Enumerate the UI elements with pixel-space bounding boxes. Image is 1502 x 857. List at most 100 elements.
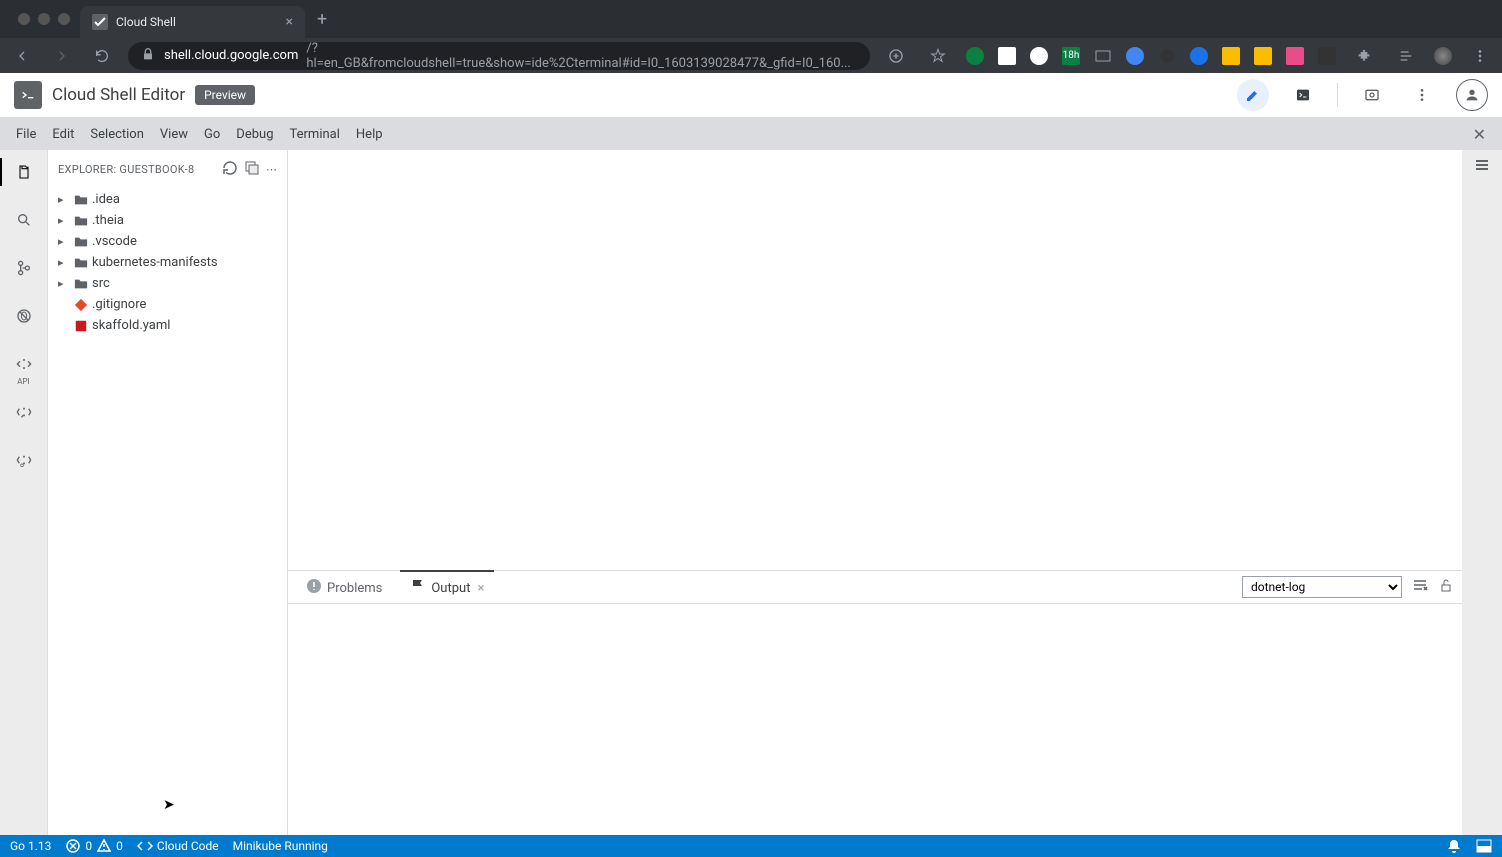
menu-file[interactable]: File [8, 123, 44, 146]
tree-label: src [92, 276, 110, 291]
nav-back-button[interactable] [8, 42, 36, 70]
extensions-icon[interactable] [1350, 42, 1378, 70]
terminal-icon[interactable] [1287, 79, 1319, 111]
ext-icon-3[interactable] [1030, 47, 1048, 65]
status-minikube[interactable]: Minikube Running [233, 839, 328, 853]
ext-icon-10[interactable] [1254, 47, 1272, 65]
output-channel-select[interactable]: dotnet-log [1242, 576, 1402, 598]
status-errors-warnings[interactable]: 0 0 [65, 838, 123, 854]
collapse-icon[interactable] [244, 160, 260, 179]
ext-icon-7[interactable] [1158, 47, 1176, 65]
edit-icon[interactable] [1237, 79, 1269, 111]
explorer-panel: EXPLORER: GUESTBOOK-8 ⋯ ▸.idea ▸.theia ▸… [48, 150, 288, 835]
menu-view[interactable]: View [152, 123, 196, 146]
tab-close-icon[interactable]: × [286, 14, 293, 30]
nav-forward-button[interactable] [48, 42, 76, 70]
status-go-version[interactable]: Go 1.13 [10, 839, 51, 853]
ext-icon-12[interactable] [1318, 47, 1336, 65]
status-bar: Go 1.13 0 0 Cloud Code Minikube Running [0, 835, 1502, 857]
ext-icon-6[interactable] [1126, 47, 1144, 65]
cloud-code-label: Cloud Code [157, 839, 219, 853]
activity-debug-icon[interactable] [10, 302, 38, 330]
more-icon[interactable] [1406, 79, 1438, 111]
nav-reload-button[interactable] [88, 42, 116, 70]
output-body[interactable] [288, 604, 1462, 835]
api-label: API [17, 377, 29, 386]
menu-debug[interactable]: Debug [228, 123, 281, 146]
ext-icon-8[interactable] [1190, 47, 1208, 65]
menu-bar: File Edit Selection View Go Debug Termin… [0, 118, 1502, 150]
activity-api-icon[interactable]: API [10, 350, 38, 378]
activity-cloudrun-icon[interactable] [10, 398, 38, 426]
profile-avatar[interactable] [1434, 47, 1452, 65]
preview-web-icon[interactable] [1356, 79, 1388, 111]
activity-k8s-icon[interactable] [10, 446, 38, 474]
traffic-light-close[interactable] [18, 13, 30, 25]
tree-label: .vscode [92, 234, 137, 249]
tab-output[interactable]: Output × [400, 570, 494, 604]
tree-folder[interactable]: ▸kubernetes-manifests [48, 252, 287, 273]
tab-problems[interactable]: Problems [296, 570, 392, 604]
activity-explorer-icon[interactable] [10, 158, 38, 186]
folder-icon [74, 234, 88, 250]
install-icon[interactable] [882, 42, 910, 70]
menu-selection[interactable]: Selection [82, 123, 151, 146]
ext-icon-2[interactable] [998, 47, 1016, 65]
close-panel-icon[interactable]: ✕ [1465, 125, 1494, 144]
tree-folder[interactable]: ▸.vscode [48, 231, 287, 252]
reading-list-icon[interactable] [1392, 42, 1420, 70]
ext-icon-9[interactable] [1222, 47, 1240, 65]
lock-scroll-icon[interactable] [1438, 577, 1454, 597]
activity-search-icon[interactable] [10, 206, 38, 234]
new-tab-button[interactable]: + [317, 9, 327, 30]
editor-area: Problems Output × dotnet-log [288, 150, 1462, 835]
status-bell-icon[interactable] [1446, 838, 1462, 854]
activity-bar: API [0, 150, 48, 835]
menu-terminal[interactable]: Terminal [282, 123, 348, 146]
traffic-light-min[interactable] [38, 13, 50, 25]
ext-icon-4[interactable]: 18h [1062, 47, 1080, 65]
traffic-light-max[interactable] [58, 13, 70, 25]
folder-icon [74, 255, 88, 271]
app-header: Cloud Shell Editor Preview [0, 73, 1502, 118]
browser-tab[interactable]: Cloud Shell × [80, 6, 305, 38]
tree-folder[interactable]: ▸.theia [48, 210, 287, 231]
clear-output-icon[interactable] [1412, 577, 1428, 597]
tab-title: Cloud Shell [116, 15, 278, 29]
tree-folder[interactable]: ▸.idea [48, 189, 287, 210]
app-logo-icon [14, 81, 42, 109]
tree-label: skaffold.yaml [92, 318, 170, 333]
status-layout-icon[interactable] [1476, 838, 1492, 854]
ext-icon-5[interactable] [1094, 47, 1112, 65]
tree-label: .gitignore [92, 297, 146, 312]
status-cloud-code[interactable]: Cloud Code [137, 838, 219, 854]
chevron-right-icon: ▸ [58, 277, 70, 290]
ext-icon-11[interactable] [1286, 47, 1304, 65]
browser-chrome: Cloud Shell × + shell.cloud.google.com/?… [0, 0, 1502, 73]
browser-menu-icon[interactable] [1466, 42, 1494, 70]
tab-output-label: Output [431, 581, 470, 596]
header-divider [1337, 83, 1338, 107]
tree-file[interactable]: .gitignore [48, 294, 287, 315]
tab-close-icon[interactable]: × [477, 581, 484, 596]
refresh-icon[interactable] [222, 160, 238, 179]
menu-edit[interactable]: Edit [44, 123, 82, 146]
folder-icon [74, 213, 88, 229]
address-bar[interactable]: shell.cloud.google.com/?hl=en_GB&fromclo… [128, 42, 870, 70]
menu-go[interactable]: Go [196, 123, 228, 146]
star-icon[interactable] [924, 42, 952, 70]
git-file-icon [74, 297, 88, 313]
ext-icon-1[interactable] [966, 47, 984, 65]
tree-file[interactable]: skaffold.yaml [48, 315, 287, 336]
user-avatar[interactable] [1456, 79, 1488, 111]
menu-help[interactable]: Help [348, 123, 391, 146]
chevron-right-icon: ▸ [58, 214, 70, 227]
bottom-panel: Problems Output × dotnet-log [288, 570, 1462, 835]
preview-badge: Preview [195, 85, 255, 105]
app-title: Cloud Shell Editor [52, 85, 185, 105]
tree-folder[interactable]: ▸ src [48, 273, 287, 294]
more-actions-icon[interactable]: ⋯ [266, 163, 277, 176]
activity-scm-icon[interactable] [10, 254, 38, 282]
outline-icon[interactable] [1474, 158, 1490, 178]
file-tree: ▸.idea ▸.theia ▸.vscode ▸kubernetes-mani… [48, 183, 287, 342]
